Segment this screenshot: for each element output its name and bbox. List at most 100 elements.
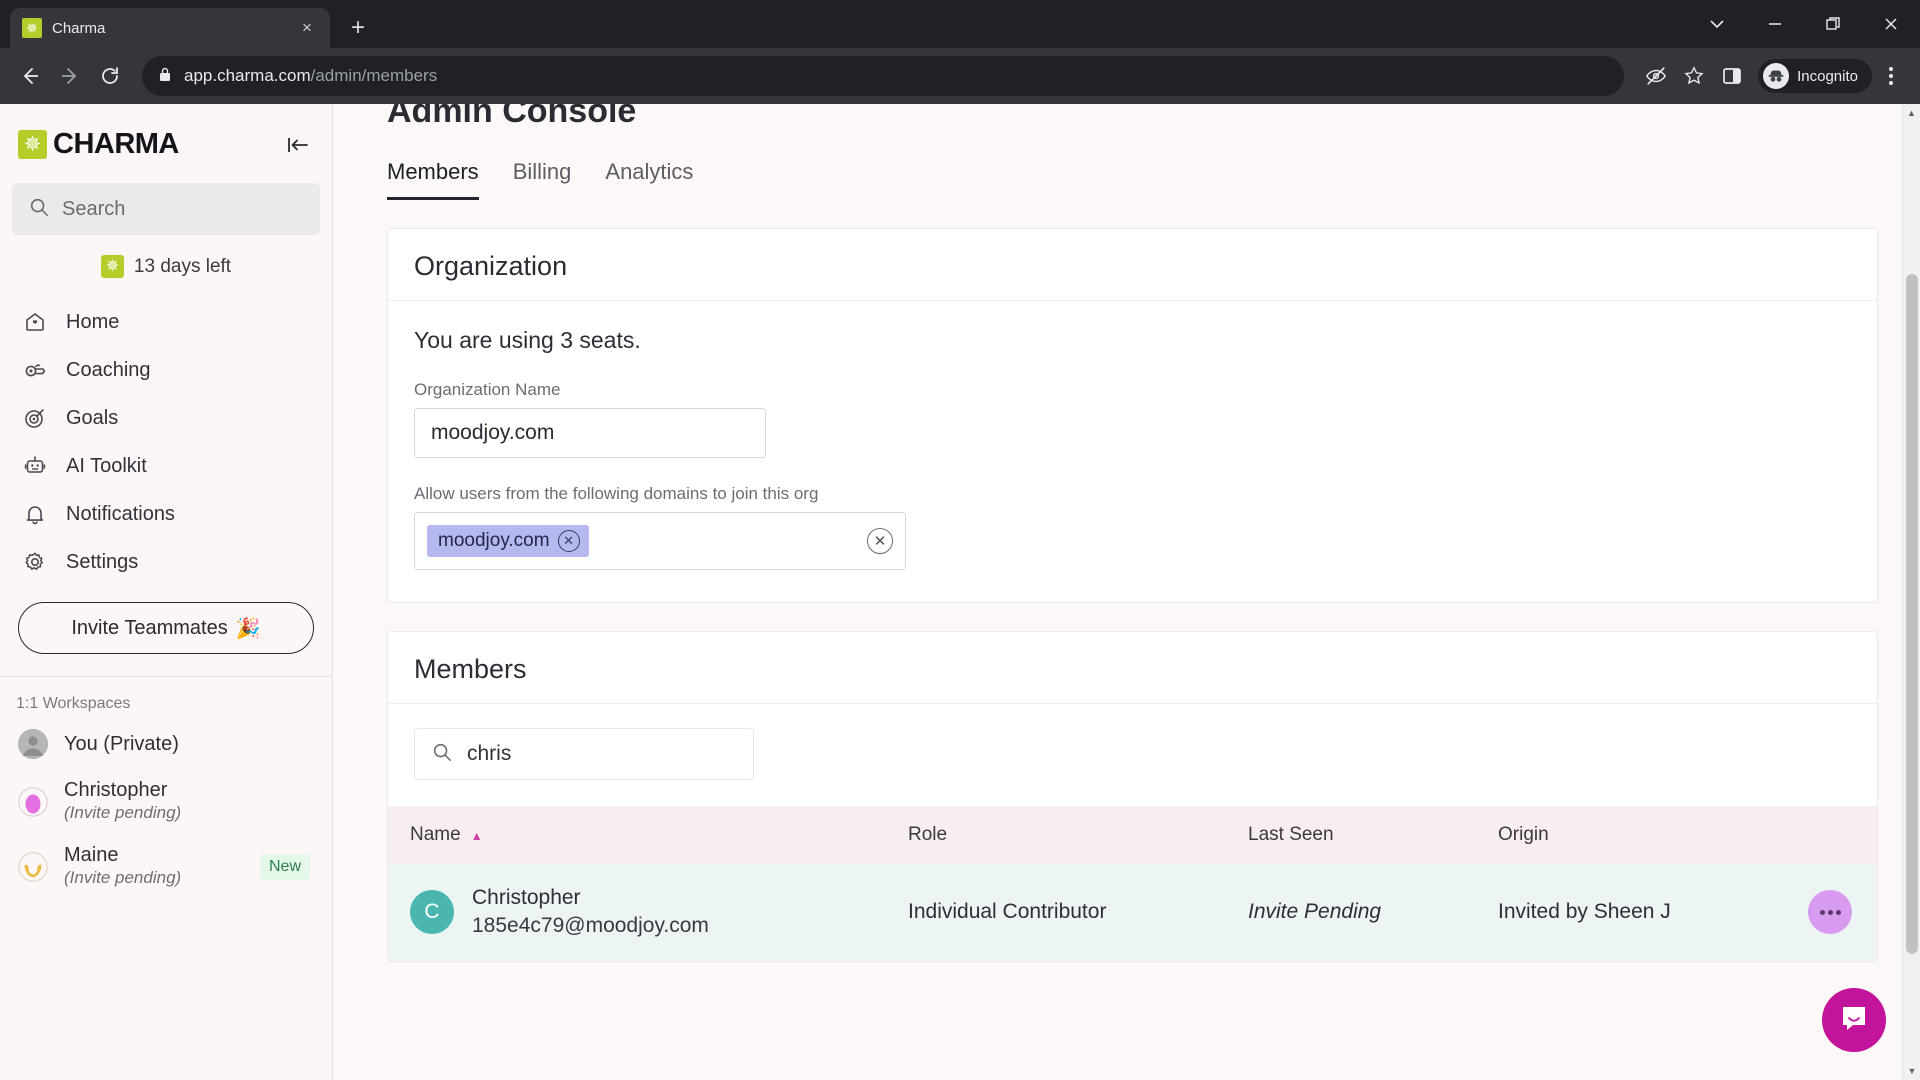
sidebar-item-home[interactable]: Home — [0, 298, 332, 346]
workspace-item-christopher[interactable]: Christopher (Invite pending) — [0, 769, 332, 834]
cell-last-seen: Invite Pending — [1248, 900, 1382, 924]
workspace-item-you[interactable]: You (Private) — [0, 719, 332, 769]
incognito-icon — [1763, 63, 1790, 89]
organization-card: Organization You are using 3 seats. Orga… — [387, 228, 1878, 603]
scroll-down-arrow[interactable]: ▼ — [1903, 1062, 1920, 1080]
reload-icon[interactable] — [92, 58, 128, 94]
column-header-name-label: Name — [410, 824, 461, 845]
column-header-last-seen[interactable]: Last Seen — [1248, 806, 1498, 864]
column-header-role[interactable]: Role — [908, 806, 1248, 864]
sidebar-item-label: Coaching — [66, 358, 151, 381]
chevron-down-icon[interactable] — [1688, 0, 1746, 48]
collapse-sidebar-icon[interactable] — [286, 134, 310, 156]
org-name-value: moodjoy.com — [431, 421, 555, 444]
scroll-up-arrow[interactable]: ▲ — [1903, 104, 1920, 122]
sidebar-item-settings[interactable]: Settings — [0, 538, 332, 586]
workspace-status: (Invite pending) — [64, 868, 182, 888]
window-controls — [1688, 0, 1920, 48]
member-email: 185e4c79@moodjoy.com — [472, 914, 709, 938]
close-window-icon[interactable] — [1862, 0, 1920, 48]
member-name: Christopher — [472, 886, 581, 909]
workspaces-section-label: 1:1 Workspaces — [16, 695, 131, 712]
cell-origin: Invited by Sheen J — [1498, 900, 1671, 924]
close-icon[interactable]: × — [296, 17, 318, 39]
members-search-value: chris — [467, 742, 512, 765]
incognito-indicator[interactable]: Incognito — [1758, 59, 1872, 93]
forward-icon[interactable] — [52, 58, 88, 94]
sidebar-item-ai-toolkit[interactable]: AI Toolkit — [0, 442, 332, 490]
organization-card-body: You are using 3 seats. Organization Name… — [388, 301, 1877, 602]
invite-teammates-label: Invite Teammates — [71, 616, 228, 639]
workspace-name: Christopher — [64, 779, 168, 801]
allowed-domains-input[interactable]: moodjoy.com ✕ ✕ — [414, 512, 906, 570]
sidebar-item-label: Notifications — [66, 502, 175, 525]
sidebar-item-notifications[interactable]: Notifications — [0, 490, 332, 538]
tab-billing[interactable]: Billing — [513, 159, 572, 200]
sidebar-search-input[interactable]: Search — [12, 183, 320, 235]
page-scrollbar[interactable]: ▲ ▼ — [1902, 104, 1920, 1080]
browser-tab[interactable]: ✵ Charma × — [10, 8, 330, 48]
column-header-origin[interactable]: Origin — [1498, 806, 1798, 864]
gear-icon — [22, 549, 48, 575]
sidebar-item-coaching[interactable]: Coaching — [0, 346, 332, 394]
avatar: C — [410, 890, 454, 935]
browser-tabstrip: ✵ Charma × + — [0, 0, 1920, 48]
party-popper-icon: 🎉 — [235, 617, 261, 640]
sidebar-search-placeholder: Search — [62, 197, 126, 220]
member-identity: C Christopher 185e4c79@moodjoy.com — [410, 884, 908, 941]
trial-days-left: 13 days left — [133, 255, 232, 277]
workspace-item-maine[interactable]: Maine (Invite pending) New — [0, 834, 332, 899]
clear-domains-icon[interactable]: ✕ — [867, 528, 893, 554]
toolbar-right-actions: Incognito — [1638, 56, 1908, 96]
star-icon[interactable] — [1676, 58, 1712, 94]
address-bar[interactable]: app.charma.com/admin/members — [142, 56, 1625, 96]
column-header-name[interactable]: Name ▲ — [388, 806, 908, 864]
side-panel-icon[interactable] — [1714, 58, 1750, 94]
intercom-launcher[interactable] — [1822, 988, 1886, 1052]
org-name-input[interactable]: moodjoy.com — [414, 408, 766, 458]
tab-members[interactable]: Members — [387, 159, 479, 200]
sort-asc-icon: ▲ — [470, 829, 483, 843]
minimize-icon[interactable] — [1746, 0, 1804, 48]
back-icon[interactable] — [12, 58, 48, 94]
sidebar-item-label: Goals — [66, 406, 119, 429]
scrollbar-thumb[interactable] — [1906, 274, 1918, 954]
bell-icon — [22, 501, 48, 527]
lock-icon — [158, 66, 172, 87]
workspace-text: Maine (Invite pending) — [64, 844, 181, 889]
trial-status[interactable]: ✵ 13 days left — [0, 235, 332, 292]
robot-icon — [22, 453, 48, 479]
eye-slash-icon[interactable] — [1638, 58, 1674, 94]
new-tab-button[interactable]: + — [340, 10, 376, 46]
members-card-title: Members — [388, 632, 1877, 704]
search-icon — [431, 741, 453, 768]
whistle-icon — [22, 357, 48, 383]
browser-menu-button[interactable] — [1874, 56, 1908, 96]
maximize-icon[interactable] — [1804, 0, 1862, 48]
avatar — [18, 851, 48, 882]
members-search-input[interactable]: chris — [414, 728, 754, 780]
app-sidebar: ✵ CHARMA Search ✵ 13 days left Home Coac… — [0, 104, 333, 1080]
workspace-status: (Invite pending) — [64, 803, 182, 822]
target-icon — [22, 405, 48, 431]
chat-bubble-icon — [1837, 1001, 1871, 1040]
search-icon — [28, 196, 50, 223]
charma-logo-icon: ✵ — [18, 130, 47, 159]
invite-teammates-button[interactable]: Invite Teammates 🎉 — [18, 602, 314, 654]
sidebar-item-label: Settings — [66, 550, 139, 573]
cell-actions — [1798, 864, 1877, 961]
table-row[interactable]: C Christopher 185e4c79@moodjoy.com Indiv… — [388, 864, 1877, 961]
main-inner: Admin Console Members Billing Analytics … — [333, 104, 1920, 962]
sidebar-item-goals[interactable]: Goals — [0, 394, 332, 442]
url-host: app.charma.com — [184, 66, 311, 85]
remove-tag-icon[interactable]: ✕ — [557, 530, 580, 552]
avatar — [18, 729, 48, 759]
row-actions-menu-button[interactable] — [1808, 890, 1852, 935]
tab-analytics[interactable]: Analytics — [605, 159, 693, 200]
allowed-domains-label: Allow users from the following domains t… — [414, 484, 819, 503]
table-header-row: Name ▲ Role Last Seen Origin — [388, 806, 1877, 864]
domain-tag[interactable]: moodjoy.com ✕ — [427, 525, 589, 557]
column-header-actions — [1798, 806, 1877, 864]
browser-tab-title: Charma — [52, 19, 106, 37]
admin-tabs: Members Billing Analytics — [345, 131, 1920, 200]
